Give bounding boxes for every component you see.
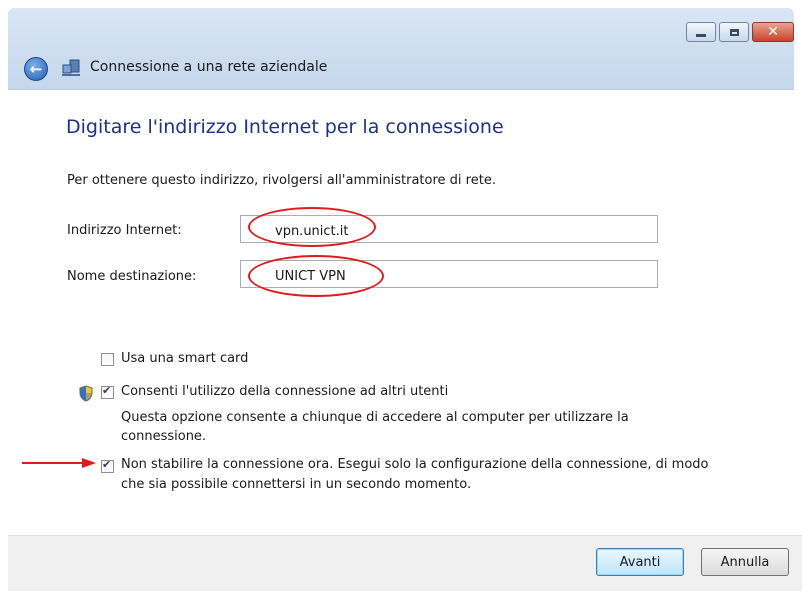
intro-text: Per ottenere questo indirizzo, rivolgers… bbox=[67, 173, 496, 188]
annotation-circle bbox=[248, 255, 384, 297]
network-connection-icon bbox=[62, 59, 80, 76]
window-controls: ✕ bbox=[686, 22, 794, 42]
close-button[interactable]: ✕ bbox=[752, 22, 794, 42]
window-titlebar: ✕ bbox=[8, 8, 794, 90]
uac-shield-icon bbox=[79, 385, 93, 402]
back-arrow-icon[interactable]: ← bbox=[24, 57, 48, 81]
close-icon: ✕ bbox=[767, 24, 779, 40]
dont-connect-label: che sia possibile connettersi in un seco… bbox=[121, 477, 472, 492]
minimize-icon bbox=[696, 33, 706, 37]
destination-name-label: Nome destinazione: bbox=[67, 269, 197, 284]
dont-connect-label: Non stabilire la connessione ora. Esegui… bbox=[121, 457, 709, 472]
smart-card-checkbox[interactable] bbox=[101, 353, 114, 366]
page-heading: Digitare l'indirizzo Internet per la con… bbox=[66, 116, 504, 138]
smart-card-label: Usa una smart card bbox=[121, 351, 249, 366]
dont-connect-checkbox[interactable] bbox=[101, 458, 114, 473]
allow-others-description: connessione. bbox=[121, 429, 207, 444]
maximize-icon bbox=[729, 28, 739, 36]
minimize-button[interactable] bbox=[686, 22, 716, 42]
annotation-circle bbox=[248, 207, 376, 247]
maximize-button[interactable] bbox=[719, 22, 749, 42]
next-button[interactable]: Avanti bbox=[596, 548, 684, 576]
annotation-arrow bbox=[22, 458, 96, 468]
internet-address-label: Indirizzo Internet: bbox=[67, 223, 182, 238]
allow-others-checkbox[interactable] bbox=[101, 384, 114, 399]
cancel-button[interactable]: Annulla bbox=[701, 548, 789, 576]
allow-others-label: Consenti l'utilizzo della connessione ad… bbox=[121, 384, 449, 399]
allow-others-description: Questa opzione consente a chiunque di ac… bbox=[121, 410, 629, 425]
window-title: Connessione a una rete aziendale bbox=[90, 59, 328, 75]
